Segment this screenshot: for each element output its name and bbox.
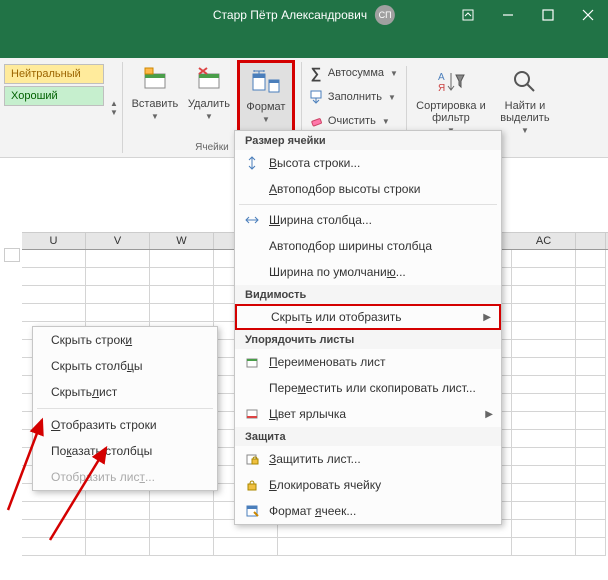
format-cells-small-icon bbox=[243, 502, 261, 520]
style-good[interactable]: Хороший bbox=[4, 86, 104, 106]
sort-filter-icon: АЯ bbox=[435, 66, 467, 98]
sort-filter-button[interactable]: АЯ Сортировка и фильтр ▼ bbox=[415, 62, 487, 138]
titlebar: Старр Пётр Александрович СП bbox=[0, 0, 608, 30]
menu-format-cells[interactable]: Формат ячеек... bbox=[235, 498, 501, 524]
submenu-show-rows[interactable]: Отобразить строки bbox=[33, 412, 217, 438]
menu-section-cell-size: Размер ячейки bbox=[235, 131, 501, 150]
protect-sheet-icon bbox=[243, 450, 261, 468]
menu-rename-sheet[interactable]: Переименовать лист bbox=[235, 349, 501, 375]
menu-section-protection: Защита bbox=[235, 427, 501, 446]
styles-group: Нейтральный Хороший bbox=[0, 58, 108, 157]
find-select-button[interactable]: Найти и выделить ▼ bbox=[493, 62, 557, 138]
menu-hide-unhide[interactable]: Скрыть или отобразить▶ bbox=[235, 304, 501, 330]
menu-col-width[interactable]: Ширина столбца... bbox=[235, 207, 501, 233]
eraser-icon bbox=[308, 113, 324, 129]
svg-text:Я: Я bbox=[438, 83, 445, 94]
format-cells-icon bbox=[250, 67, 282, 99]
ribbon-options-button[interactable] bbox=[448, 0, 488, 30]
svg-text:А: А bbox=[438, 72, 445, 83]
menu-move-copy-sheet[interactable]: Переместить или скопировать лист... bbox=[235, 375, 501, 401]
insert-cells-icon bbox=[139, 64, 171, 96]
avatar[interactable]: СП bbox=[375, 5, 395, 25]
cells-group-label: Ячейки bbox=[195, 142, 229, 153]
styles-expand-icon[interactable]: ▲ bbox=[110, 99, 118, 108]
format-button[interactable]: Формат ▼ bbox=[240, 63, 292, 139]
menu-section-visibility: Видимость bbox=[235, 285, 501, 304]
submenu-arrow-icon: ▶ bbox=[483, 312, 491, 323]
styles-expand-icon2[interactable]: ▼ bbox=[110, 108, 118, 117]
col-header[interactable]: AC bbox=[512, 233, 576, 249]
fill-button[interactable]: Заполнить ▼ bbox=[308, 86, 398, 108]
document-author: Старр Пётр Александрович bbox=[213, 8, 367, 22]
submenu-show-cols[interactable]: Показать столбцы bbox=[33, 438, 217, 464]
caret-down-icon: ▼ bbox=[205, 112, 213, 121]
menu-autofit-col[interactable]: Автоподбор ширины столбца bbox=[235, 233, 501, 259]
caret-down-icon: ▼ bbox=[151, 112, 159, 121]
col-header[interactable]: V bbox=[86, 233, 150, 249]
menu-lock-cell[interactable]: Блокировать ячейку bbox=[235, 472, 501, 498]
close-button[interactable] bbox=[568, 0, 608, 30]
find-icon bbox=[509, 66, 541, 98]
clear-button[interactable]: Очистить ▼ bbox=[308, 110, 398, 132]
row-height-icon bbox=[243, 154, 261, 172]
format-menu: Размер ячейки ВВысота строки...ысота стр… bbox=[234, 130, 502, 525]
menu-tab-color[interactable]: Цвет ярлычка▶ bbox=[235, 401, 501, 427]
submenu-hide-sheet[interactable]: Скрыть лист bbox=[33, 379, 217, 405]
fill-down-icon bbox=[308, 89, 324, 105]
menu-autofit-row[interactable]: Автоподбор высоты строки bbox=[235, 176, 501, 202]
col-header[interactable]: W bbox=[150, 233, 214, 249]
sigma-icon: ∑ bbox=[308, 65, 324, 81]
menu-protect-sheet[interactable]: Защитить лист... bbox=[235, 446, 501, 472]
minimize-button[interactable] bbox=[488, 0, 528, 30]
lock-icon bbox=[243, 476, 261, 494]
menu-default-width[interactable]: Ширина по умолчанию... bbox=[235, 259, 501, 285]
submenu-hide-cols[interactable]: Скрыть столбцы bbox=[33, 353, 217, 379]
style-neutral[interactable]: Нейтральный bbox=[4, 64, 104, 84]
menu-section-organize: Упорядочить листы bbox=[235, 330, 501, 349]
insert-button[interactable]: Вставить ▼ bbox=[129, 60, 181, 136]
rename-icon bbox=[243, 353, 261, 371]
delete-cells-icon bbox=[193, 64, 225, 96]
col-width-icon bbox=[243, 211, 261, 229]
menu-row-height[interactable]: ВВысота строки...ысота строки... bbox=[235, 150, 501, 176]
tab-color-icon bbox=[243, 405, 261, 423]
submenu-hide-rows[interactable]: Скрыть строки bbox=[33, 327, 217, 353]
select-all-corner[interactable] bbox=[4, 248, 20, 262]
delete-button[interactable]: Удалить ▼ bbox=[183, 60, 235, 136]
col-header[interactable]: U bbox=[22, 233, 86, 249]
maximize-button[interactable] bbox=[528, 0, 568, 30]
hide-unhide-submenu: Скрыть строки Скрыть столбцы Скрыть лист… bbox=[32, 326, 218, 491]
autosum-button[interactable]: ∑ Автосумма ▼ bbox=[308, 62, 398, 84]
submenu-show-sheet: Отобразить лист... bbox=[33, 464, 217, 490]
caret-down-icon: ▼ bbox=[262, 115, 270, 124]
